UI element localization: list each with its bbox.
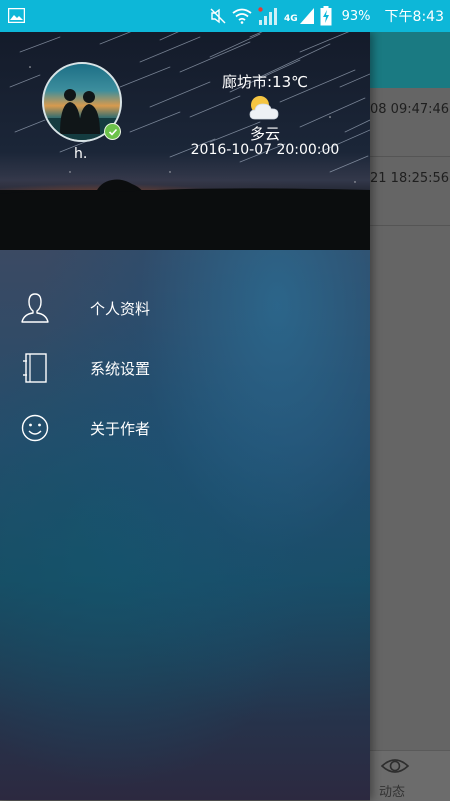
status-icons: 4G 93% 下午8:43 xyxy=(210,0,444,32)
partly-cloudy-icon xyxy=(249,96,279,120)
eye-icon xyxy=(380,759,410,773)
menu-item-label: 系统设置 xyxy=(90,360,151,378)
list-item-time: 21 18:25:56 xyxy=(370,171,450,186)
weather-city-temperature: 廊坊市:13℃ xyxy=(222,73,308,91)
drawer-menu: 个人资料 系统设置 关于作者 xyxy=(0,250,370,800)
menu-item-about-author[interactable]: 关于作者 xyxy=(0,398,370,458)
main-app-bar xyxy=(370,32,450,88)
weather-update-time: 2016-10-07 20:00:00 xyxy=(190,142,340,158)
username: h. xyxy=(74,146,88,162)
online-status-icon xyxy=(104,123,121,140)
list-item[interactable]: 21 18:25:56 xyxy=(370,157,450,226)
image-notification-icon xyxy=(8,8,25,23)
tab-dynamic[interactable]: 动态 xyxy=(379,781,405,800)
bottom-navigation: 动态 xyxy=(370,750,450,801)
landscape-silhouette xyxy=(0,179,370,250)
menu-item-label: 个人资料 xyxy=(90,300,151,318)
weather-condition: 多云 xyxy=(249,125,280,143)
wifi-icon xyxy=(232,8,252,24)
navigation-drawer: h. 廊坊市:13℃ 多云 2016-10-07 20:00:00 个人资料 系… xyxy=(0,32,370,800)
list-item-time: 08 09:47:46 xyxy=(370,102,450,117)
menu-item-settings[interactable]: 系统设置 xyxy=(0,338,370,398)
smiley-icon xyxy=(21,414,49,442)
battery-charging-icon xyxy=(320,6,332,26)
network-type: 4G xyxy=(283,14,298,24)
notebook-icon xyxy=(23,353,47,383)
drawer-header: h. 廊坊市:13℃ 多云 2016-10-07 20:00:00 xyxy=(0,32,370,250)
list-item[interactable]: 08 09:47:46 xyxy=(370,88,450,157)
menu-item-profile[interactable]: 个人资料 xyxy=(0,278,370,338)
person-icon xyxy=(21,293,49,323)
signal-icon xyxy=(258,7,277,25)
clock: 下午8:43 xyxy=(384,9,444,25)
menu-item-label: 关于作者 xyxy=(90,420,151,438)
status-bar: 4G 93% 下午8:43 xyxy=(0,0,450,32)
signal-icon-2 xyxy=(299,8,314,24)
mute-icon xyxy=(210,8,226,24)
battery-percent: 93% xyxy=(341,8,371,24)
